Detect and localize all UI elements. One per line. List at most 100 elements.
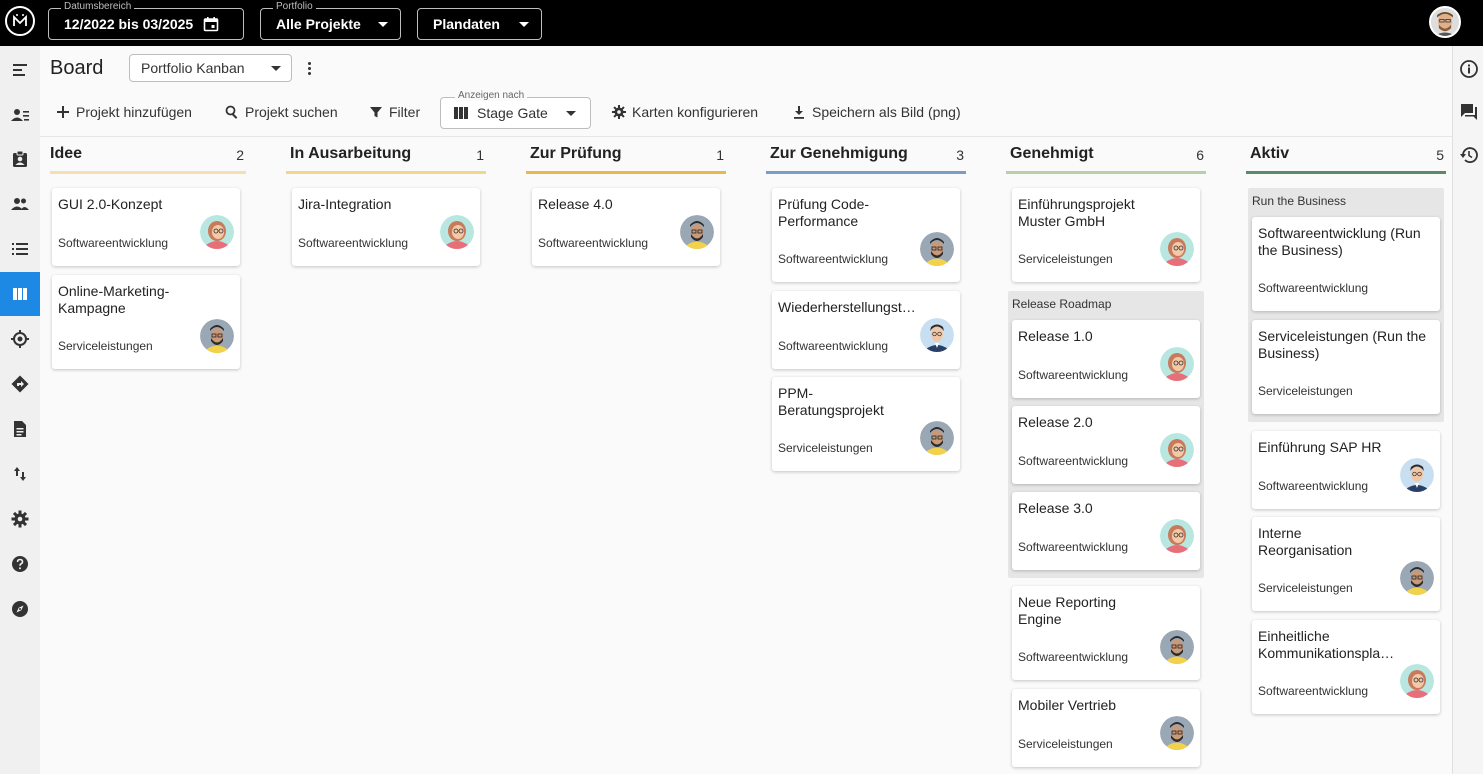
card-title: Online-Marketing-Kampagne bbox=[58, 283, 170, 316]
view-select-value: Portfolio Kanban bbox=[141, 60, 245, 76]
project-card[interactable]: Serviceleistungen (Run the Business) Ser… bbox=[1252, 320, 1440, 414]
column-aktiv: Aktiv 5 bbox=[1246, 140, 1446, 174]
people-list-icon[interactable] bbox=[0, 93, 40, 137]
app-logo[interactable] bbox=[5, 6, 35, 36]
card-title: Einführungsprojekt Muster GmbH bbox=[1018, 196, 1135, 229]
card-subtitle: Softwareentwicklung bbox=[1018, 454, 1129, 468]
column-header: Genehmigt 6 bbox=[1006, 140, 1206, 174]
avatar-woman-icon bbox=[1400, 664, 1434, 698]
column-count: 6 bbox=[1196, 147, 1204, 163]
team-icon[interactable] bbox=[0, 182, 40, 226]
board-icon[interactable] bbox=[0, 272, 40, 316]
project-card[interactable]: Interne Reorganisation Serviceleistungen bbox=[1252, 517, 1440, 611]
add-project-button[interactable]: Projekt hinzufügen bbox=[56, 101, 192, 123]
badge-icon[interactable] bbox=[0, 137, 40, 181]
save-image-button[interactable]: Speichern als Bild (png) bbox=[792, 101, 961, 123]
save-image-label: Speichern als Bild (png) bbox=[812, 104, 961, 120]
group-label: Run the Business bbox=[1252, 194, 1347, 208]
project-card[interactable]: Einführungsprojekt Muster GmbH Servicele… bbox=[1012, 188, 1200, 282]
column-count: 5 bbox=[1436, 147, 1444, 163]
project-card[interactable]: Release 2.0 Softwareentwicklung bbox=[1012, 406, 1200, 484]
portfolio-legend: Portfolio bbox=[273, 1, 316, 12]
portfolio-select[interactable]: Portfolio Alle Projekte bbox=[260, 1, 401, 40]
search-project-label: Projekt suchen bbox=[245, 104, 338, 120]
search-project-button[interactable]: Projekt suchen bbox=[225, 101, 338, 123]
filter-button[interactable]: Filter bbox=[369, 101, 420, 123]
avatar-woman-icon bbox=[1160, 347, 1194, 381]
info-icon[interactable] bbox=[1459, 59, 1479, 79]
user-avatar[interactable] bbox=[1429, 6, 1461, 38]
menu-icon[interactable] bbox=[0, 48, 40, 92]
group-by-legend: Anzeigen nach bbox=[455, 90, 528, 101]
calendar-icon[interactable] bbox=[203, 16, 219, 32]
more-options-icon[interactable] bbox=[302, 58, 316, 78]
card-title: Einheitliche Kommunikationspla… bbox=[1258, 628, 1395, 661]
project-card[interactable]: Release 4.0 Softwareentwicklung bbox=[532, 188, 720, 266]
data-source-value: Plandaten bbox=[433, 16, 500, 32]
search-icon bbox=[225, 105, 238, 119]
card-title: Wiederherstellungst… bbox=[778, 299, 916, 315]
project-card[interactable]: Online-Marketing-Kampagne Serviceleistun… bbox=[52, 275, 240, 369]
column-header: Zur Prüfung 1 bbox=[526, 140, 726, 174]
avatar-man-icon bbox=[920, 232, 954, 266]
column-zur-pruefung: Zur Prüfung 1 bbox=[526, 140, 726, 174]
card-subtitle: Serviceleistungen bbox=[1018, 737, 1113, 751]
compass-icon[interactable] bbox=[0, 587, 40, 631]
configure-cards-button[interactable]: Karten konfigurieren bbox=[612, 101, 758, 123]
left-nav bbox=[0, 46, 40, 774]
project-card[interactable]: Wiederherstellungst… Softwareentwicklung bbox=[772, 291, 960, 369]
column-idee: Idee 2 bbox=[50, 140, 246, 174]
card-title: Jira-Integration bbox=[298, 196, 392, 212]
project-card[interactable]: Prüfung Code-Performance Softwareentwick… bbox=[772, 188, 960, 282]
project-card[interactable]: Jira-Integration Softwareentwicklung bbox=[292, 188, 480, 266]
document-icon[interactable] bbox=[0, 407, 40, 451]
project-card[interactable]: Release 3.0 Softwareentwicklung bbox=[1012, 492, 1200, 570]
project-card[interactable]: Release 1.0 Softwareentwicklung bbox=[1012, 320, 1200, 398]
history-icon[interactable] bbox=[1459, 145, 1479, 165]
configure-cards-label: Karten konfigurieren bbox=[632, 104, 759, 120]
column-title: Zur Genehmigung bbox=[770, 145, 908, 162]
project-card[interactable]: Neue Reporting Engine Softwareentwicklun… bbox=[1012, 586, 1200, 680]
chat-icon[interactable] bbox=[1459, 102, 1479, 122]
project-card[interactable]: Softwareentwicklung (Run the Business) S… bbox=[1252, 217, 1440, 311]
project-card[interactable]: Mobiler Vertrieb Serviceleistungen bbox=[1012, 689, 1200, 767]
card-subtitle: Serviceleistungen bbox=[1258, 384, 1353, 398]
column-header: Aktiv 5 bbox=[1246, 140, 1446, 174]
project-card[interactable]: PPM-Beratungsprojekt Serviceleistungen bbox=[772, 377, 960, 471]
chevron-down-icon bbox=[566, 110, 576, 116]
page-title: Board bbox=[50, 57, 104, 79]
board-icon bbox=[454, 107, 468, 119]
avatar-man-icon bbox=[1160, 716, 1194, 750]
project-card[interactable]: Einheitliche Kommunikationspla… Software… bbox=[1252, 620, 1440, 714]
download-icon bbox=[794, 106, 804, 119]
project-card[interactable]: GUI 2.0-Konzept Softwareentwicklung bbox=[52, 188, 240, 266]
card-subtitle: Softwareentwicklung bbox=[778, 339, 889, 353]
avatar-woman-icon bbox=[1160, 519, 1194, 553]
card-title: Serviceleistungen (Run the Business) bbox=[1258, 328, 1427, 361]
chevron-down-icon bbox=[271, 65, 281, 71]
plus-icon bbox=[57, 106, 69, 118]
column-count: 2 bbox=[236, 147, 244, 163]
header-divider bbox=[40, 136, 1452, 137]
data-source-select[interactable]: Plandaten bbox=[417, 8, 542, 40]
group-by-select[interactable]: Anzeigen nach Stage Gate bbox=[440, 90, 591, 129]
column-header: Zur Genehmigung 3 bbox=[766, 140, 966, 174]
card-title: Mobiler Vertrieb bbox=[1018, 697, 1117, 713]
target-icon[interactable] bbox=[0, 317, 40, 361]
avatar-woman-icon bbox=[1160, 232, 1194, 266]
avatar-man-icon bbox=[1400, 561, 1434, 595]
sort-icon[interactable] bbox=[0, 452, 40, 496]
date-range-picker[interactable]: Datumsbereich 12/2022 bis 03/2025 bbox=[48, 1, 244, 40]
card-title: Softwareentwicklung (Run the Business) bbox=[1258, 225, 1421, 258]
project-card[interactable]: Einführung SAP HR Softwareentwicklung bbox=[1252, 431, 1440, 509]
card-subtitle: Softwareentwicklung bbox=[1018, 540, 1129, 554]
card-subtitle: Softwareentwicklung bbox=[58, 236, 169, 250]
settings-icon[interactable] bbox=[0, 497, 40, 541]
avatar-woman-icon bbox=[200, 215, 234, 249]
list-icon[interactable] bbox=[0, 227, 40, 271]
card-title: Interne Reorganisation bbox=[1258, 525, 1353, 558]
help-icon[interactable] bbox=[0, 542, 40, 586]
roadmap-icon[interactable] bbox=[0, 362, 40, 406]
card-title: Einführung SAP HR bbox=[1258, 439, 1382, 455]
view-select[interactable]: Portfolio Kanban bbox=[129, 54, 292, 82]
